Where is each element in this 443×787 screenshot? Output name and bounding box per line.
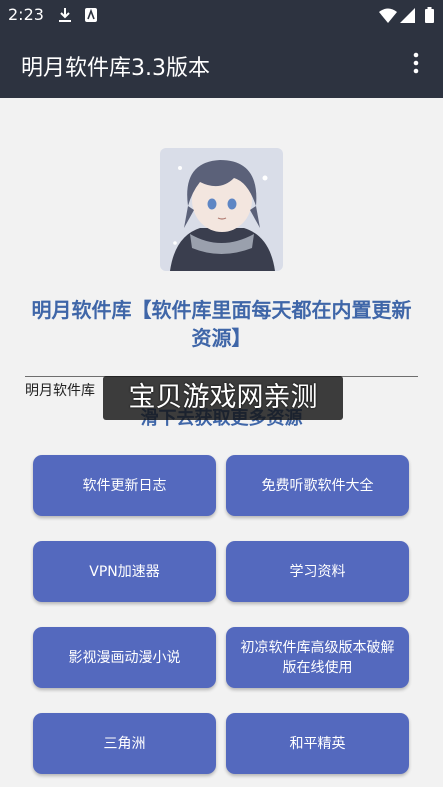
update-log-button[interactable]: 软件更新日志 [33, 455, 216, 516]
headline: 明月软件库【软件库里面每天都在内置更新资源】 [31, 298, 412, 350]
download-icon [57, 6, 73, 24]
more-options-icon[interactable] [404, 50, 428, 76]
watermark-overlay: 宝贝游戏网亲测 [103, 376, 343, 420]
app-title: 明月软件库3.3版本 [21, 56, 210, 81]
vpn-button[interactable]: VPN加速器 [33, 541, 216, 602]
status-time: 2:23 [8, 5, 44, 24]
study-materials-button[interactable]: 学习资料 [226, 541, 409, 602]
peace-elite-button[interactable]: 和平精英 [226, 713, 409, 774]
wifi-icon [378, 6, 398, 24]
battery-icon [424, 6, 434, 24]
status-bar: 2:23 [0, 0, 443, 30]
app-bar: 明月软件库3.3版本 [0, 30, 443, 98]
app-notification-icon [84, 6, 98, 24]
signal-icon [399, 6, 415, 24]
video-comics-button[interactable]: 影视漫画动漫小说 [33, 627, 216, 688]
free-music-button[interactable]: 免费听歌软件大全 [226, 455, 409, 516]
avatar [160, 148, 283, 271]
advanced-version-button[interactable]: 初凉软件库高级版本破解版在线使用 [226, 627, 409, 688]
delta-button[interactable]: 三角洲 [33, 713, 216, 774]
input-hint[interactable]: 明月软件库 [25, 380, 95, 400]
